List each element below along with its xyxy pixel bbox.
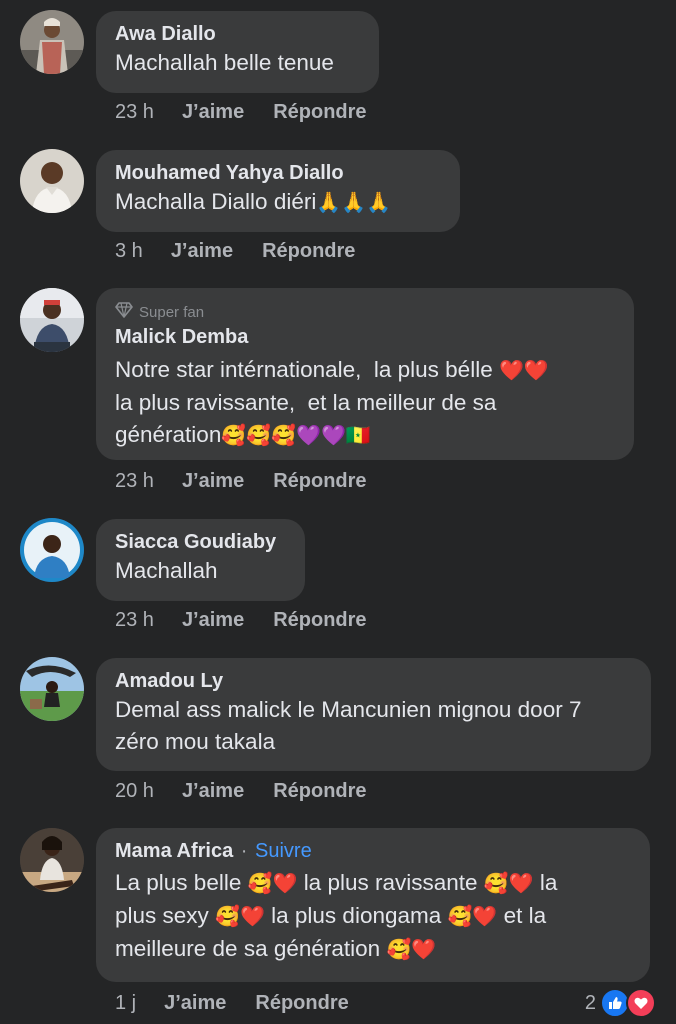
- comment-actions: 20 h J’aime Répondre: [115, 778, 396, 804]
- reply-button[interactable]: Répondre: [273, 101, 366, 124]
- comment-bubble: Awa Diallo Machallah belle tenue: [96, 11, 379, 93]
- comment-actions: 23 h J’aime Répondre: [115, 607, 396, 633]
- emoji-pair: 🥰❤️: [447, 906, 498, 929]
- follow-button[interactable]: Suivre: [255, 840, 312, 862]
- comment-bubble: Siacca Goudiaby Machallah: [96, 519, 305, 601]
- emoji-pair: 🥰❤️: [215, 906, 265, 929]
- comment-bubble: Mouhamed Yahya Diallo Machalla Diallo di…: [96, 150, 460, 232]
- timestamp[interactable]: 20 h: [115, 780, 154, 803]
- author-name[interactable]: Mama Africa: [115, 840, 233, 862]
- comment-malick-demba: Super fan Malick Demba Notre star intérn…: [0, 280, 676, 510]
- badge-label: Super fan: [139, 304, 205, 321]
- author-name[interactable]: Malick Demba: [115, 324, 614, 350]
- author-name[interactable]: Awa Diallo: [115, 21, 359, 47]
- comment-mama-africa: Mama Africa · Suivre La plus belle 🥰❤️ l…: [0, 820, 676, 1024]
- emoji-pair: 🥰❤️: [483, 873, 534, 896]
- reply-button[interactable]: Répondre: [262, 240, 355, 263]
- separator-dot: ·: [240, 840, 248, 862]
- comment-text: Notre star intérnationale, la plus bélle…: [115, 354, 614, 452]
- reply-button[interactable]: Répondre: [273, 780, 366, 803]
- comment-text: Machallah belle tenue: [115, 50, 334, 75]
- timestamp[interactable]: 1 j: [115, 992, 136, 1015]
- comment-mouhamed-yahya-diallo: Mouhamed Yahya Diallo Machalla Diallo di…: [0, 140, 676, 280]
- emoji-pair: 🥰❤️: [247, 873, 298, 896]
- like-button[interactable]: J’aime: [182, 780, 244, 803]
- avatar[interactable]: [20, 288, 84, 352]
- comment-actions: 3 h J’aime Répondre: [115, 238, 384, 264]
- comment-line: et la: [503, 903, 547, 929]
- comment-line: la: [539, 870, 558, 895]
- comment-text: Machallah: [115, 558, 218, 583]
- author-row: Mama Africa · Suivre: [115, 838, 630, 864]
- like-button[interactable]: J’aime: [171, 240, 233, 263]
- reply-button[interactable]: Répondre: [255, 992, 348, 1015]
- author-name[interactable]: Mouhamed Yahya Diallo: [115, 160, 440, 186]
- like-button[interactable]: J’aime: [164, 992, 226, 1015]
- comment-line: Notre star intérnationale, la plus bélle: [115, 357, 493, 382]
- comment-actions: 1 j J’aime Répondre: [115, 990, 378, 1016]
- timestamp[interactable]: 23 h: [115, 609, 154, 632]
- comment-line: la plus ravissante, et la meilleur de sa: [115, 390, 497, 416]
- avatar[interactable]: [20, 149, 84, 213]
- comment-siacca-goudiaby: Siacca Goudiaby Machallah 23 h J’aime Ré…: [0, 510, 676, 650]
- comment-text-body: Machalla Diallo diéri: [115, 189, 317, 214]
- avatar[interactable]: [20, 10, 84, 74]
- avatar[interactable]: [20, 518, 84, 582]
- comment-text: La plus belle 🥰❤️ la plus ravissante 🥰❤️…: [115, 867, 630, 966]
- reaction-count: 2: [584, 991, 596, 1014]
- comment-text: Demal ass malick le Mancunien mignou doo…: [115, 694, 631, 758]
- comment-amadou-ly: Amadou Ly Demal ass malick le Mancunien …: [0, 650, 676, 820]
- comment-bubble: Amadou Ly Demal ass malick le Mancunien …: [96, 658, 651, 771]
- comment-bubble: Mama Africa · Suivre La plus belle 🥰❤️ l…: [96, 828, 650, 982]
- like-button[interactable]: J’aime: [182, 470, 244, 493]
- avatar[interactable]: [20, 828, 84, 892]
- comment-line: meilleure de sa génération: [115, 936, 381, 962]
- heart-emoji: ❤️❤️: [498, 360, 549, 383]
- reply-button[interactable]: Répondre: [273, 470, 366, 493]
- comment-line: La plus belle: [115, 870, 242, 895]
- like-button[interactable]: J’aime: [182, 609, 244, 632]
- comment-line: génération: [115, 422, 222, 448]
- comment-line: zéro mou takala: [115, 729, 276, 754]
- comment-awa-diallo: Awa Diallo Machallah belle tenue 23 h J’…: [0, 0, 676, 140]
- pray-emoji: 🙏🙏🙏: [316, 192, 392, 215]
- emoji-pair: 🥰❤️: [386, 939, 437, 962]
- author-name[interactable]: Siacca Goudiaby: [115, 529, 285, 555]
- comment-line: la plus diongama: [271, 903, 442, 929]
- timestamp[interactable]: 3 h: [115, 240, 143, 263]
- comment-actions: 23 h J’aime Répondre: [115, 468, 396, 494]
- comment-bubble: Super fan Malick Demba Notre star intérn…: [96, 288, 634, 460]
- author-name[interactable]: Amadou Ly: [115, 668, 631, 694]
- super-fan-badge: Super fan: [115, 302, 614, 324]
- timestamp[interactable]: 23 h: [115, 470, 154, 493]
- comment-actions: 23 h J’aime Répondre: [115, 99, 396, 125]
- like-button[interactable]: J’aime: [182, 101, 244, 124]
- diamond-icon: [115, 302, 133, 324]
- comment-line: la plus ravissante: [303, 870, 478, 895]
- emoji-group: 🥰🥰🥰💜💜🇸🇳: [221, 425, 371, 448]
- comment-line: plus sexy: [115, 903, 209, 929]
- avatar[interactable]: [20, 657, 84, 721]
- reaction-summary[interactable]: 2: [585, 988, 656, 1018]
- comment-line: Demal ass malick le Mancunien mignou doo…: [115, 697, 582, 722]
- timestamp[interactable]: 23 h: [115, 101, 154, 124]
- love-reaction-icon: [626, 988, 656, 1018]
- reply-button[interactable]: Répondre: [273, 609, 366, 632]
- comment-text: Machalla Diallo diéri🙏🙏🙏: [115, 186, 440, 219]
